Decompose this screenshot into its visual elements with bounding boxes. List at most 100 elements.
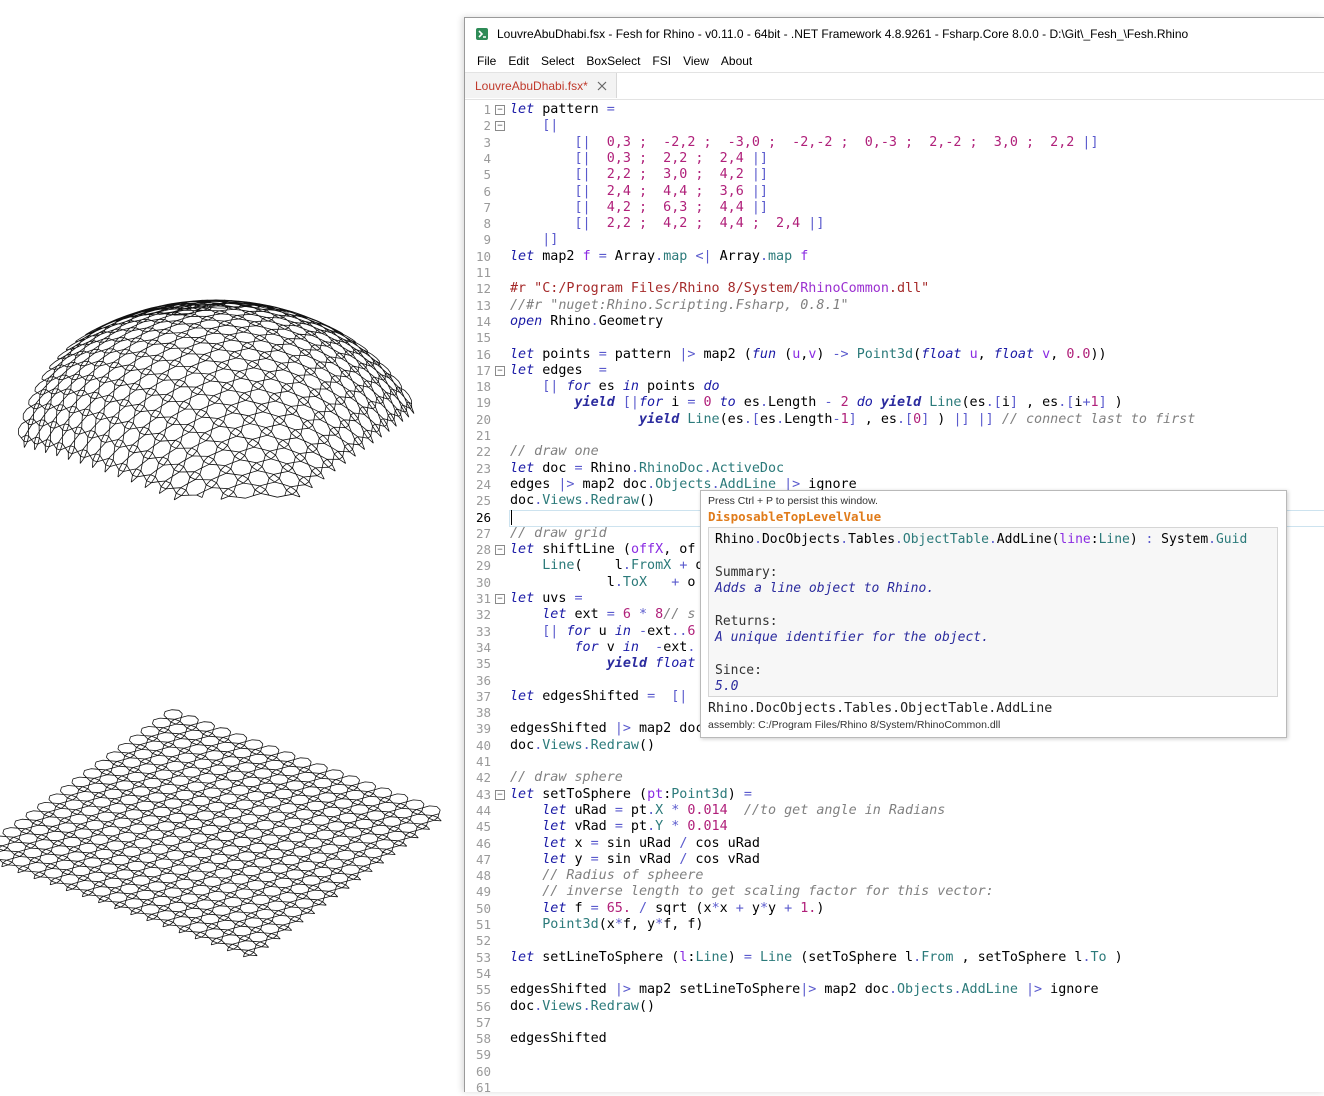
code-line[interactable]: 18 [| for es in points do — [465, 379, 1324, 395]
code-line[interactable]: 21 — [465, 428, 1324, 444]
code-line[interactable]: 3 [| 0,3 ; -2,2 ; -3,0 ; -2,-2 ; 0,-3 ; … — [465, 135, 1324, 151]
fold-toggle-icon[interactable]: − — [495, 105, 505, 115]
code-token: [| — [671, 688, 688, 704]
code-line[interactable]: 22 // draw one — [465, 444, 1324, 460]
code-token: 2,2 ; 4,2 ; 4,4 ; 2,4 — [590, 216, 809, 232]
code-token: // draw grid — [510, 525, 607, 541]
code-token: in — [622, 379, 639, 395]
code-line[interactable]: 20 yield Line(es.[es.Length-1] , es.[0] … — [465, 412, 1324, 428]
line-number: 28 — [475, 542, 491, 558]
menu-view[interactable]: View — [677, 54, 715, 68]
code-line[interactable]: 54 — [465, 966, 1324, 982]
code-line[interactable]: 19 yield [|for i = 0 to es.Length - 2 do… — [465, 395, 1324, 411]
menu-file[interactable]: File — [471, 54, 502, 68]
code-line[interactable]: 14 open Rhino.Geometry — [465, 314, 1324, 330]
code-line[interactable]: 44 let uRad = pt.X * 0.014 //to get angl… — [465, 803, 1324, 819]
code-token: * — [655, 917, 664, 932]
title-bar[interactable]: LouvreAbuDhabi.fsx - Fesh for Rhino - v0… — [465, 18, 1324, 50]
code-line[interactable]: 23 let doc = Rhino.RhinoDoc.ActiveDoc — [465, 461, 1324, 477]
close-icon[interactable] — [596, 80, 608, 92]
code-token: Redraw — [590, 998, 639, 1014]
code-line[interactable]: 12 #r "C:/Program Files/Rhino 8/System/Rh… — [465, 281, 1324, 297]
code-line[interactable]: 49 // inverse length to get scaling fact… — [465, 884, 1324, 900]
code-line[interactable]: 57 — [465, 1015, 1324, 1031]
menu-fsi[interactable]: FSI — [646, 54, 677, 68]
tab-louvreabudhabi[interactable]: LouvreAbuDhabi.fsx* — [465, 73, 617, 98]
fold-toggle-icon[interactable]: − — [495, 365, 505, 376]
code-line[interactable]: 16 let points = pattern |> map2 (fun (u,v… — [465, 347, 1324, 363]
code-line[interactable]: 43− let setToSphere (pt:Point3d) = — [465, 787, 1324, 803]
code-token: FromX — [630, 558, 672, 574]
code-line[interactable]: 5 [| 2,2 ; 3,0 ; 4,2 |] — [465, 167, 1324, 183]
code-line[interactable]: 15 — [465, 330, 1324, 346]
code-line[interactable]: 4 [| 0,3 ; 2,2 ; 2,4 |] — [465, 151, 1324, 167]
code-line[interactable]: 56 doc.Views.Redraw() — [465, 999, 1324, 1015]
code-line[interactable]: 50 let f = 65. / sqrt (x*x + y*y + 1.) — [465, 901, 1324, 917]
code-line[interactable]: 6 [| 2,4 ; 4,4 ; 3,6 |] — [465, 184, 1324, 200]
code-line[interactable]: 41 — [465, 754, 1324, 770]
code-token: = — [606, 607, 615, 623]
code-line[interactable]: 42 // draw sphere — [465, 770, 1324, 786]
code-token: . — [888, 982, 897, 998]
code-line[interactable]: 8 [| 2,2 ; 4,2 ; 4,4 ; 2,4 |] — [465, 216, 1324, 232]
code-line[interactable]: 1− let pattern = — [465, 102, 1324, 118]
code-line[interactable]: 53 let setLineToSphere (l:Line) = Line (s… — [465, 950, 1324, 966]
code-line[interactable]: 59 — [465, 1047, 1324, 1063]
code-token: pattern — [606, 346, 680, 362]
code-line[interactable]: 60 — [465, 1064, 1324, 1080]
menu-boxselect[interactable]: BoxSelect — [580, 54, 646, 68]
code-line[interactable]: 9 |] — [465, 232, 1324, 248]
code-text: let edgesShifted = [| — [510, 689, 687, 705]
code-line[interactable]: 45 let vRad = pt.Y * 0.014 — [465, 819, 1324, 835]
fold-toggle-icon[interactable]: − — [495, 594, 505, 604]
code-line[interactable]: 58 edgesShifted — [465, 1031, 1324, 1047]
code-text: [| 0,3 ; -2,2 ; -3,0 ; -2,-2 ; 0,-3 ; 2,… — [510, 135, 1099, 151]
line-number: 24 — [475, 476, 491, 492]
code-token: .dll" — [888, 281, 930, 297]
code-token: ) — [929, 411, 954, 427]
code-line[interactable]: 51 Point3d(x*f, y*f, f) — [465, 917, 1324, 933]
code-line[interactable]: 17− let edges = — [465, 363, 1324, 379]
code-token: f — [800, 248, 809, 264]
fold-toggle-icon[interactable]: − — [495, 545, 505, 556]
code-line[interactable]: 10 let map2 f = Array.map <| Array.map f — [465, 249, 1324, 265]
line-number: 1 — [483, 102, 491, 117]
code-line[interactable]: 61 — [465, 1080, 1324, 1096]
code-line[interactable]: 13 //#r "nuget:Rhino.Scripting.Fsharp, 0.… — [465, 298, 1324, 314]
code-token: , of — [663, 542, 696, 558]
code-line[interactable]: 52 — [465, 933, 1324, 949]
code-text: let ext = 6 * 8// s — [510, 607, 695, 623]
code-token: Y — [655, 819, 664, 835]
code-token: map2 doc — [816, 982, 889, 998]
code-line[interactable]: 11 — [465, 265, 1324, 281]
code-line[interactable]: 40 doc.Views.Redraw() — [465, 738, 1324, 754]
code-line[interactable]: 2− [| — [465, 118, 1324, 134]
code-token: 0.014 — [687, 819, 728, 835]
line-number: 47 — [475, 851, 491, 867]
code-token: 6 — [622, 607, 631, 623]
menu-about[interactable]: About — [715, 54, 758, 68]
menu-select[interactable]: Select — [535, 54, 580, 68]
line-number: 48 — [475, 868, 491, 884]
code-token: Length — [784, 411, 833, 427]
code-text: [| for u in -ext..6 — [510, 624, 695, 640]
fold-toggle-icon[interactable]: − — [495, 789, 505, 800]
code-token: . — [582, 737, 591, 753]
code-token: ] — [1098, 395, 1107, 411]
menu-edit[interactable]: Edit — [502, 54, 535, 68]
code-line[interactable]: 46 let x = sin uRad / cos uRad — [465, 836, 1324, 852]
code-token: [| — [574, 183, 591, 199]
rhino-viewport[interactable] — [0, 0, 465, 1091]
code-line[interactable]: 7 [| 4,2 ; 6,3 ; 4,4 |] — [465, 200, 1324, 216]
code-line[interactable]: 55 edgesShifted |> map2 setLineToSphere|>… — [465, 982, 1324, 998]
code-line[interactable]: 47 let y = sin vRad / cos vRad — [465, 852, 1324, 868]
code-token: 2,2 ; 3,0 ; 4,2 — [590, 167, 752, 183]
code-line[interactable]: 48 // Radius of spheere — [465, 868, 1324, 884]
fold-toggle-icon[interactable]: − — [495, 121, 505, 132]
code-token: Array — [606, 248, 656, 264]
code-text: [| 2,2 ; 3,0 ; 4,2 |] — [510, 167, 769, 183]
